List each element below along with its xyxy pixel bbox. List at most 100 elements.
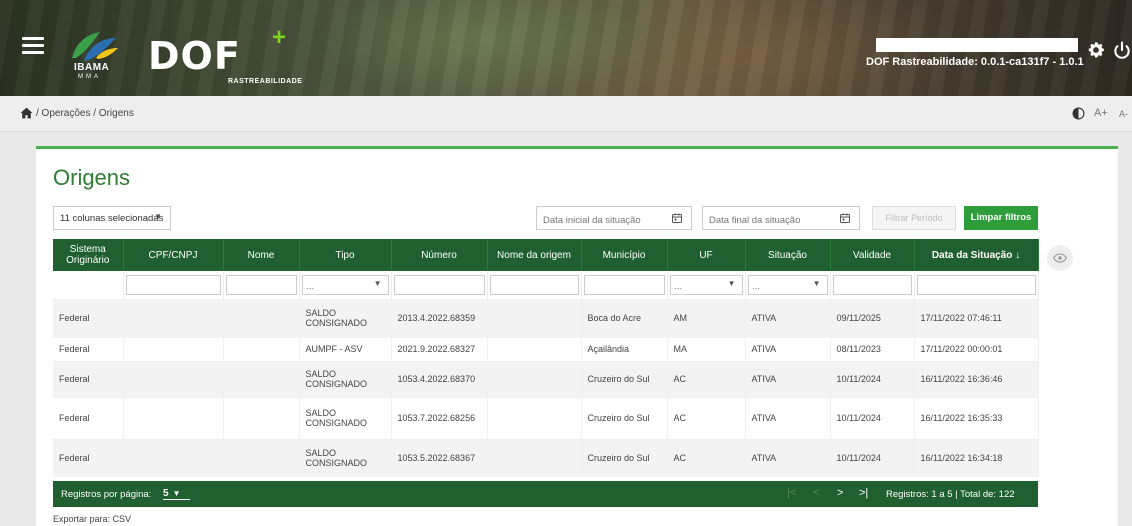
pagination-bar: Registros por página: 5 ▼ |< < > >| Regis… (53, 481, 1038, 507)
data-filter-input[interactable] (916, 274, 1036, 295)
header-uf[interactable]: UF (667, 239, 746, 271)
nome-filter-input[interactable] (225, 274, 297, 295)
export-section: Exportar para: CSV (53, 514, 131, 524)
cell-tipo: SALDO CONSIGNADO (299, 438, 392, 477)
page-title: Origens (53, 165, 131, 190)
prev-page-button[interactable]: < (813, 487, 819, 499)
header-cpf-cnpj[interactable]: CPF/CNPJ (123, 239, 224, 271)
filter-period-button[interactable]: Filtrar Período (872, 206, 956, 230)
last-page-button[interactable]: >| (859, 487, 868, 499)
table-row[interactable]: Federal SALDO CONSIGNADO 2013.4.2022.683… (53, 298, 1039, 337)
header-validade[interactable]: Validade (830, 239, 915, 271)
header-nome-origem[interactable]: Nome da origem (487, 239, 582, 271)
gear-icon[interactable] (1086, 40, 1106, 60)
cell-municipio: Açailândia (581, 336, 668, 361)
cell-data: 16/11/2022 16:34:18 (914, 438, 1039, 477)
cell-cpf (123, 298, 224, 337)
filter-cell (581, 271, 668, 299)
cell-nome (223, 298, 300, 337)
cell-data: 17/11/2022 00:00:01 (914, 336, 1039, 361)
header-data-situacao[interactable]: Data da Situação ↓ (914, 239, 1039, 271)
per-page-value: 5 (163, 488, 169, 499)
power-icon[interactable] (1112, 40, 1132, 60)
filter-cell (123, 271, 224, 299)
cell-nome (223, 360, 300, 397)
header-nome[interactable]: Nome (223, 239, 300, 271)
uf-filter-select[interactable]: ... ▼ (669, 274, 743, 295)
filter-row: ... ▼ ... ▼ ... ▼ (53, 271, 1039, 299)
chevron-down-icon: ▼ (154, 212, 162, 221)
cell-uf: AC (667, 438, 746, 477)
contrast-icon[interactable] (1072, 107, 1085, 120)
cell-origem (487, 336, 582, 361)
cell-numero: 1053.5.2022.68367 (391, 438, 488, 477)
cell-uf: AC (667, 360, 746, 397)
sort-arrow-icon: ↓ (1015, 249, 1021, 261)
cell-situacao: ATIVA (745, 396, 831, 439)
column-visibility-button[interactable] (1047, 245, 1073, 271)
per-page-select[interactable]: 5 ▼ (163, 488, 191, 500)
font-increase-button[interactable]: A+ (1094, 107, 1108, 119)
first-page-button[interactable]: |< (787, 487, 796, 499)
situacao-filter-value: ... (752, 280, 761, 291)
header-municipio[interactable]: Município (581, 239, 668, 271)
app-header: IBAMA MMA DOF + RASTREABILIDADE DOF Rast… (0, 0, 1132, 96)
municipio-filter-input[interactable] (583, 274, 665, 295)
app-version: DOF Rastreabilidade: 0.0.1-ca131f7 - 1.0… (866, 56, 1084, 68)
table-row[interactable]: Federal SALDO CONSIGNADO 1053.4.2022.683… (53, 360, 1039, 397)
ibama-logo-text: IBAMA (74, 62, 110, 73)
cell-sistema: Federal (53, 336, 124, 361)
uf-filter-value: ... (674, 280, 683, 291)
header-sistema[interactable]: Sistema Originário (53, 239, 124, 271)
cell-cpf (123, 396, 224, 439)
font-decrease-button[interactable]: A- (1119, 109, 1128, 119)
date-end-input[interactable]: Data final da situação (702, 206, 860, 230)
cell-municipio: Boca do Acre (581, 298, 668, 337)
chevron-down-icon: ▼ (373, 278, 382, 288)
date-start-input[interactable]: Data inicial da situação (536, 206, 692, 230)
cell-sistema: Federal (53, 360, 124, 397)
numero-filter-input[interactable] (393, 274, 485, 295)
filter-cell: ... ▼ (299, 271, 392, 299)
hamburger-menu-icon[interactable] (22, 37, 44, 55)
cell-numero: 2013.4.2022.68359 (391, 298, 488, 337)
cell-tipo: SALDO CONSIGNADO (299, 298, 392, 337)
date-start-placeholder: Data inicial da situação (543, 215, 641, 226)
dof-logo-text: DOF (148, 34, 241, 78)
breadcrumb: / Operações / Origens (36, 108, 134, 119)
cell-nome (223, 336, 300, 361)
tipo-filter-select[interactable]: ... ▼ (301, 274, 389, 295)
cell-sistema: Federal (53, 396, 124, 439)
ibama-logo-subtext: MMA (78, 74, 101, 80)
cell-situacao: ATIVA (745, 336, 831, 361)
cell-origem (487, 360, 582, 397)
columns-select[interactable]: 11 colunas selecionadas ▼ (53, 206, 171, 230)
cpf-filter-input[interactable] (125, 274, 221, 295)
cell-uf: AC (667, 396, 746, 439)
user-name-redacted (876, 38, 1078, 52)
filter-cell (830, 271, 915, 299)
origem-filter-input[interactable] (489, 274, 579, 295)
table-row[interactable]: Federal AUMPF - ASV 2021.9.2022.68327 Aç… (53, 336, 1039, 361)
validade-filter-input[interactable] (832, 274, 912, 295)
cell-uf: AM (667, 298, 746, 337)
per-page-label: Registros por página: (61, 489, 152, 500)
situacao-filter-select[interactable]: ... ▼ (747, 274, 828, 295)
table-row[interactable]: Federal SALDO CONSIGNADO 1053.5.2022.683… (53, 438, 1039, 477)
next-page-button[interactable]: > (837, 487, 843, 499)
filter-cell (53, 271, 124, 299)
cell-origem (487, 298, 582, 337)
filter-cell (487, 271, 582, 299)
header-numero[interactable]: Número (391, 239, 488, 271)
home-icon[interactable] (20, 107, 33, 119)
calendar-icon[interactable] (839, 212, 851, 224)
table-row[interactable]: Federal SALDO CONSIGNADO 1053.7.2022.682… (53, 396, 1039, 439)
cell-tipo: AUMPF - ASV (299, 336, 392, 361)
export-label: Exportar para: (53, 514, 111, 524)
header-situacao[interactable]: Situação (745, 239, 831, 271)
export-csv-link[interactable]: CSV (113, 514, 132, 524)
clear-filters-button[interactable]: Limpar filtros (964, 206, 1038, 230)
filter-cell (391, 271, 488, 299)
calendar-icon[interactable] (671, 212, 683, 224)
header-tipo[interactable]: Tipo (299, 239, 392, 271)
